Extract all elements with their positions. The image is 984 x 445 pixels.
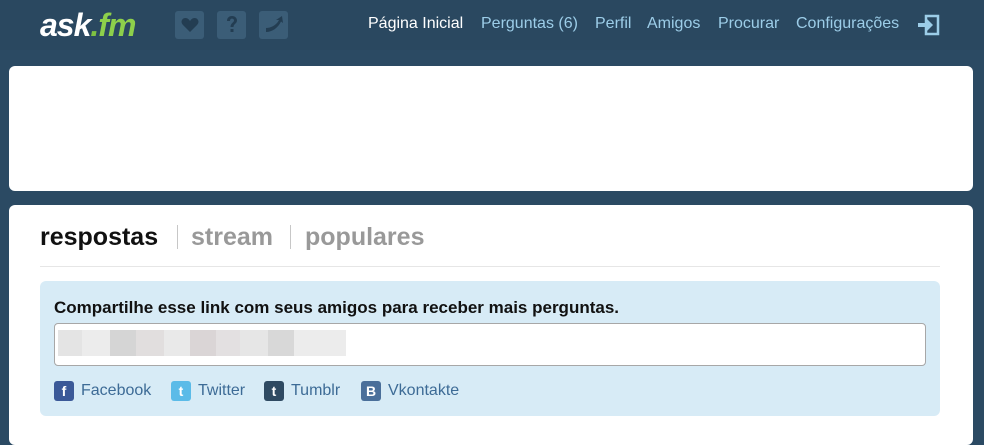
twitter-icon: t	[171, 381, 191, 401]
share-heading: Compartilhe esse link com seus amigos pa…	[54, 298, 620, 317]
share-twitter[interactable]: t Twitter	[171, 381, 245, 401]
tumblr-label: Tumblr	[291, 382, 341, 399]
share-facebook[interactable]: f Facebook	[54, 381, 151, 401]
answer-arrow-icon[interactable]	[259, 11, 288, 39]
nav-friends[interactable]: Amigos	[647, 14, 700, 34]
nav-settings[interactable]: Configurações	[796, 14, 899, 34]
vkontakte-icon: B	[361, 381, 381, 401]
blurred-profile-link	[58, 330, 346, 356]
vkontakte-label: Vkontakte	[388, 382, 460, 399]
share-vkontakte[interactable]: B Vkontakte	[361, 381, 459, 401]
tabs-divider-line	[40, 266, 940, 267]
question-icon[interactable]	[217, 11, 246, 39]
tab-popular[interactable]: populares	[305, 222, 424, 252]
tab-divider	[177, 225, 178, 249]
tab-stream[interactable]: stream	[191, 222, 273, 252]
heart-icon[interactable]	[175, 11, 204, 39]
logo-text-main: ask	[40, 7, 91, 43]
exit-icon[interactable]	[918, 14, 940, 36]
facebook-icon: f	[54, 381, 74, 401]
facebook-label: Facebook	[81, 382, 152, 399]
question-glyph	[226, 16, 237, 32]
answer-arrow-glyph	[265, 16, 283, 32]
nav-questions[interactable]: Perguntas (6)	[481, 14, 578, 34]
share-tumblr[interactable]: t Tumblr	[264, 381, 340, 401]
tumblr-icon: t	[264, 381, 284, 401]
ask-fm-logo[interactable]: ask.fm	[40, 7, 136, 43]
logo-text-fm: fm	[98, 7, 136, 43]
tab-answers[interactable]: respostas	[40, 222, 158, 252]
heart-glyph	[181, 18, 198, 32]
nav-profile[interactable]: Perfil	[595, 14, 631, 34]
banner-panel	[9, 66, 973, 191]
tab-divider	[290, 225, 291, 249]
nav-search[interactable]: Procurar	[718, 14, 779, 34]
twitter-label: Twitter	[198, 382, 246, 399]
nav-home[interactable]: Página Inicial	[368, 14, 463, 34]
